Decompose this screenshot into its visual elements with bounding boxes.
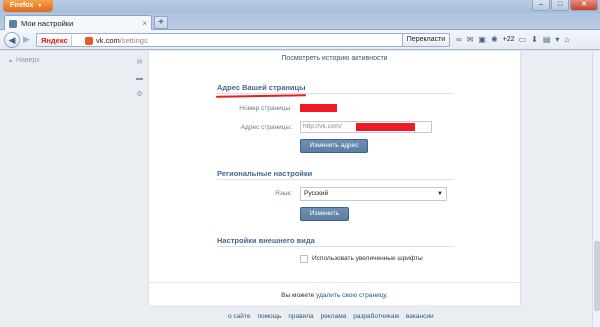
tab-settings[interactable]: Мои настройки × — [4, 15, 152, 31]
delete-page-note: Вы можете удалить свою страницу. — [149, 292, 520, 299]
appearance-section-title: Настройки внешнего вида — [217, 236, 315, 245]
footer-link-developers[interactable]: разработчикам — [353, 313, 399, 320]
back-button[interactable]: ◀ — [4, 32, 20, 48]
firefox-menu-label: Firefox — [10, 2, 34, 9]
language-select[interactable]: Русский ▼ — [300, 187, 447, 201]
glasses-icon[interactable]: ∞ — [456, 33, 462, 47]
back-to-top-label: Наверх — [15, 57, 40, 64]
forward-button[interactable]: ▶ — [23, 34, 30, 45]
address-section-title: Адрес Вашей страницы — [217, 83, 306, 92]
section-divider — [217, 93, 454, 94]
site-identity-icon[interactable] — [85, 37, 93, 45]
arrow-right-icon: ▶ — [23, 34, 30, 44]
page-address-redacted — [356, 123, 415, 131]
toolbar-icons: ∞ ✉ ▣ ✺ +22 ▭ ⬇ ▤ ▾ ⌂ — [456, 33, 574, 47]
url-path: /settings — [119, 36, 148, 45]
tab-title: Мои настройки — [21, 19, 74, 28]
change-address-button[interactable]: Изменить адрес — [300, 139, 368, 153]
activity-history-link[interactable]: Посмотреть историю активности — [149, 55, 520, 62]
dropdown-arrow-icon: ▼ — [437, 191, 443, 197]
back-to-top-link[interactable]: ▲ Наверх — [8, 57, 40, 64]
minimize-button[interactable]: – — [532, 0, 550, 11]
messages-icon[interactable]: ✉ — [136, 59, 143, 66]
settings-card: Посмотреть историю активности Адрес Ваше… — [148, 51, 521, 305]
delete-note-prefix: Вы можете — [281, 292, 315, 299]
home-icon[interactable]: ⌂ — [564, 33, 569, 47]
page-body: ▲ Наверх ✉ ▬ ⚙ Посмотреть историю активно… — [0, 51, 600, 327]
gear-icon[interactable]: ⚙ — [136, 91, 143, 98]
address-bar[interactable]: Яндекс vk.com/settings — [36, 33, 449, 47]
yandex-label: Яндекс — [41, 36, 68, 45]
window-controls: – □ ✕ — [531, 0, 598, 11]
screen-icon[interactable]: ▭ — [519, 33, 527, 47]
red-annotation-underline — [215, 94, 307, 98]
navigation-bar: ◀ ▶ Яндекс vk.com/settings Перекласти ∞ … — [0, 30, 600, 50]
scrollbar-thumb[interactable] — [594, 241, 600, 311]
language-label: Язык: — [275, 190, 292, 197]
address-prefix: http://vk.com/ — [303, 123, 342, 130]
footer-link-jobs[interactable]: вакансии — [406, 313, 434, 320]
large-fonts-label[interactable]: Использовать увеличенные шрифты — [312, 255, 423, 263]
language-value: Русский — [304, 190, 329, 197]
yandex-badge[interactable]: Яндекс — [38, 35, 72, 46]
left-rail: ▲ Наверх ✉ ▬ ⚙ — [0, 51, 148, 327]
menu-icon[interactable]: ▾ — [555, 33, 559, 47]
section-divider — [217, 179, 454, 180]
close-tab-icon[interactable]: × — [142, 16, 147, 31]
section-divider — [217, 246, 454, 247]
card-divider — [149, 282, 520, 283]
vk-favicon-icon — [9, 20, 17, 28]
title-bar: Firefox ▼ – □ ✕ — [0, 0, 600, 13]
page-address-label: Адрес страницы: — [240, 124, 292, 131]
page-number-redacted — [300, 104, 337, 112]
firefox-menu-button[interactable]: Firefox ▼ — [3, 0, 53, 12]
url-text[interactable]: vk.com/settings — [96, 34, 148, 47]
maximize-button[interactable]: □ — [551, 0, 569, 11]
arrow-left-icon: ◀ — [8, 35, 16, 45]
comment-icon[interactable]: ▬ — [136, 75, 143, 82]
footer-link-help[interactable]: помощь — [257, 313, 281, 320]
regional-section-title: Региональные настройки — [217, 169, 313, 178]
page-number-label: Номер страницы: — [239, 105, 292, 112]
download-icon[interactable]: ⬇ — [531, 33, 538, 47]
inbox-icon[interactable]: ▣ — [478, 33, 486, 47]
vertical-scrollbar[interactable] — [592, 51, 600, 327]
delete-page-link[interactable]: удалить свою страницу. — [316, 292, 388, 299]
chevron-down-icon: ▼ — [37, 3, 43, 9]
tab-strip: Мои настройки × + — [0, 13, 600, 31]
footer-link-rules[interactable]: правила — [288, 313, 313, 320]
footer-link-about[interactable]: о сайте — [228, 313, 250, 320]
weather-icon[interactable]: ✺ — [491, 33, 498, 47]
footer-link-ads[interactable]: реклама — [321, 313, 347, 320]
footer-links: о сайте помощь правила реклама разработч… — [228, 313, 441, 320]
large-fonts-checkbox[interactable] — [300, 255, 308, 263]
settings-icon[interactable]: ▤ — [543, 33, 551, 47]
translate-button[interactable]: Перекласти — [402, 33, 450, 47]
new-tab-button[interactable]: + — [154, 16, 168, 29]
weather-counter[interactable]: +22 — [503, 33, 515, 47]
close-window-button[interactable]: ✕ — [570, 0, 598, 11]
mail-icon[interactable]: ✉ — [467, 33, 474, 47]
triangle-up-icon: ▲ — [8, 58, 13, 64]
url-domain: vk.com — [96, 36, 120, 45]
change-language-button[interactable]: Изменить — [300, 207, 349, 221]
